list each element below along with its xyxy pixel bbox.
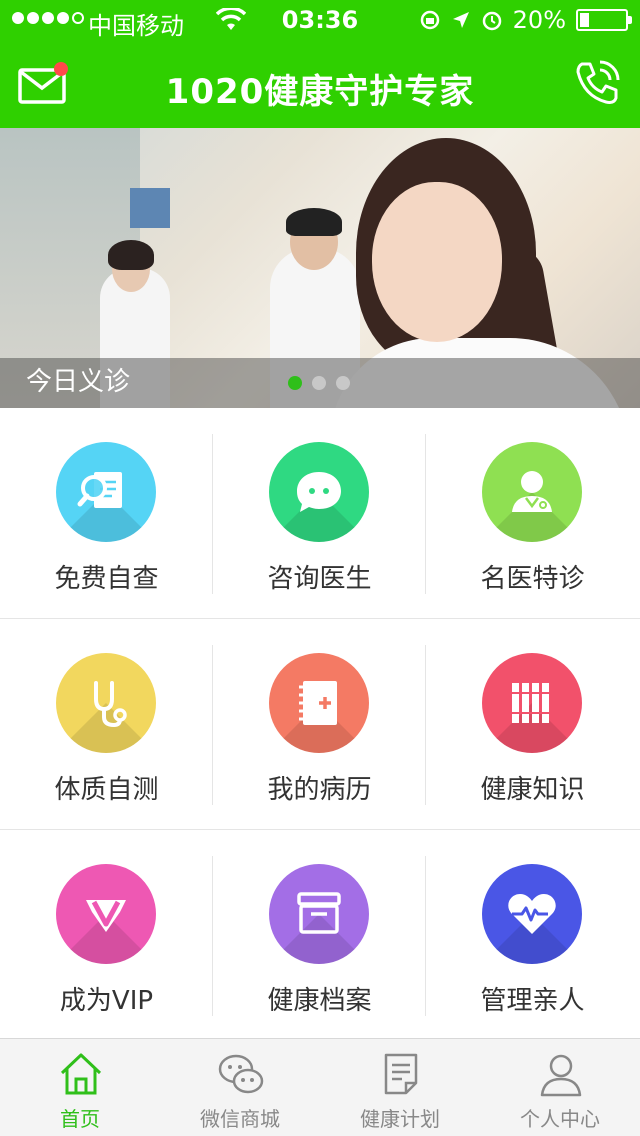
- feature-item[interactable]: 体质自测: [0, 619, 213, 829]
- carousel-dot[interactable]: [288, 376, 302, 390]
- feature-label: 名医特诊: [480, 564, 585, 594]
- feature-label: 健康档案: [267, 986, 372, 1016]
- wechat-icon: [218, 1054, 264, 1094]
- stethoscope-icon: [56, 653, 156, 753]
- feature-label: 免费自查: [54, 564, 159, 594]
- books-icon: [482, 653, 582, 753]
- search-document-icon: [56, 442, 156, 542]
- tab-health-plan[interactable]: 健康计划: [320, 1039, 480, 1136]
- chat-bubble-icon: [269, 442, 369, 542]
- status-bar: 中国移动 03:36 20%: [0, 0, 640, 42]
- feature-label: 健康知识: [480, 775, 585, 805]
- feature-label: 我的病历: [267, 775, 372, 805]
- feature-item[interactable]: 管理亲人: [426, 830, 639, 1040]
- heart-pulse-icon: [482, 864, 582, 964]
- archive-box-icon: [269, 864, 369, 964]
- battery-percent: 20%: [512, 6, 566, 34]
- feature-grid: 免费自查 咨询医生 名医特诊体质自测 我的病历 健康知识成为VIP 健康档案 管理亲人: [0, 408, 640, 1041]
- alarm-icon: [482, 11, 501, 31]
- tab-label: 首页: [60, 1107, 100, 1131]
- banner-photo: [372, 182, 502, 342]
- tab-label: 个人中心: [520, 1107, 600, 1131]
- feature-label: 体质自测: [54, 775, 159, 805]
- phone-button[interactable]: [572, 58, 622, 108]
- feature-item[interactable]: 成为VIP: [0, 830, 213, 1040]
- carousel-dot[interactable]: [312, 376, 326, 390]
- rotation-lock-icon: [420, 10, 439, 30]
- tab-personal-center[interactable]: 个人中心: [480, 1039, 640, 1136]
- feature-item[interactable]: 免费自查: [0, 408, 213, 618]
- doctor-icon: [482, 442, 582, 542]
- feature-row: 免费自查 咨询医生 名医特诊: [0, 408, 640, 619]
- feature-row: 成为VIP 健康档案 管理亲人: [0, 830, 640, 1041]
- feature-label: 管理亲人: [480, 986, 585, 1016]
- location-icon: [452, 12, 469, 28]
- vip-diamond-icon: [56, 864, 156, 964]
- medical-record-icon: [269, 653, 369, 753]
- tab-wechat-mall[interactable]: 微信商城: [160, 1039, 320, 1136]
- banner-carousel[interactable]: 今日义诊: [0, 128, 640, 408]
- tab-label: 健康计划: [360, 1107, 440, 1131]
- carousel-indicator: [288, 376, 350, 390]
- carousel-dot[interactable]: [336, 376, 350, 390]
- battery-icon: [576, 9, 632, 31]
- banner-caption: 今日义诊: [26, 367, 131, 397]
- app-header: 1020健康守护专家: [0, 42, 640, 128]
- feature-label: 成为VIP: [59, 986, 154, 1016]
- home-icon: [60, 1053, 102, 1095]
- phone-icon: [576, 60, 620, 104]
- tab-label: 微信商城: [200, 1107, 280, 1131]
- tab-home[interactable]: 首页: [0, 1039, 160, 1136]
- feature-row: 体质自测 我的病历 健康知识: [0, 619, 640, 830]
- feature-item[interactable]: 健康知识: [426, 619, 639, 829]
- feature-label: 咨询医生: [267, 564, 372, 594]
- feature-item[interactable]: 咨询医生: [213, 408, 426, 618]
- feature-item[interactable]: 名医特诊: [426, 408, 639, 618]
- feature-item[interactable]: 我的病历: [213, 619, 426, 829]
- tab-bar: 首页 微信商城 健康计划 个人中心: [0, 1038, 640, 1136]
- top-bar: 中国移动 03:36 20% 1020健康守护专家: [0, 0, 640, 128]
- feature-item[interactable]: 健康档案: [213, 830, 426, 1040]
- page-title: 1020健康守护专家: [165, 72, 475, 112]
- document-icon: [384, 1053, 418, 1095]
- user-icon: [540, 1054, 582, 1097]
